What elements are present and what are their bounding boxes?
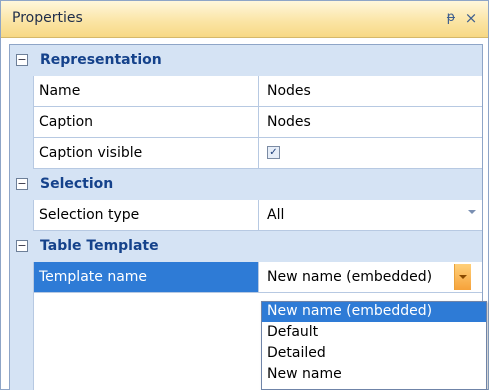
dropdown-option[interactable]: Detailed [262, 344, 486, 364]
property-value-cell[interactable]: Nodes [259, 107, 482, 138]
panel-titlebar: Properties ᵽ × [1, 1, 488, 38]
dropdown-option[interactable]: Default [262, 323, 486, 343]
option-label: New name [267, 366, 342, 382]
property-name-cell[interactable]: Caption visible [34, 138, 259, 169]
category-selection[interactable]: − Selection [10, 169, 482, 201]
property-value: Nodes [267, 114, 311, 130]
collapse-icon[interactable]: − [16, 178, 28, 190]
property-value-cell[interactable]: All [259, 200, 482, 231]
property-row-caption[interactable]: Caption Nodes [10, 107, 482, 138]
option-label: Detailed [267, 345, 326, 361]
property-row-name[interactable]: Name Nodes [10, 76, 482, 107]
property-name-cell[interactable]: Selection type [34, 200, 259, 231]
property-row-selection-type[interactable]: Selection type All [10, 200, 482, 231]
dropdown-option[interactable]: New name (embedded) [262, 302, 486, 322]
category-label: Table Template [40, 238, 159, 254]
category-label: Representation [40, 52, 162, 68]
property-name-cell[interactable]: Caption [34, 107, 259, 138]
collapse-icon[interactable]: − [16, 240, 28, 252]
property-value-cell[interactable]: ✓ [259, 138, 482, 169]
collapse-icon[interactable]: − [16, 54, 28, 66]
dropdown-option[interactable]: New name [262, 365, 486, 385]
panel-title: Properties [12, 10, 83, 26]
close-icon[interactable]: × [463, 9, 479, 27]
property-row-caption-visible[interactable]: Caption visible ✓ [10, 138, 482, 169]
property-name: Template name [39, 269, 148, 285]
chevron-down-icon[interactable] [468, 210, 476, 214]
pin-icon[interactable]: ᵽ [444, 9, 458, 27]
property-name: Name [39, 83, 81, 99]
property-name: Caption visible [39, 145, 143, 161]
template-name-combobox[interactable]: New name (embedded) [259, 262, 482, 293]
property-name: Selection type [39, 207, 140, 223]
property-row-template-name[interactable]: Template name New name (embedded) [10, 262, 482, 293]
properties-panel: Properties ᵽ × − Representation Name Nod… [0, 0, 489, 390]
combobox-value: New name (embedded) [267, 269, 433, 285]
option-label: Default [267, 324, 319, 340]
category-representation[interactable]: − Representation [10, 45, 482, 77]
property-value: All [267, 207, 285, 223]
property-name: Caption [39, 114, 94, 130]
property-value-cell[interactable]: Nodes [259, 76, 482, 107]
option-label: New name (embedded) [267, 303, 433, 319]
caption-visible-checkbox[interactable]: ✓ [267, 146, 280, 159]
category-label: Selection [40, 176, 114, 192]
property-value: Nodes [267, 83, 311, 99]
property-name-cell[interactable]: Template name [34, 262, 259, 293]
property-name-cell[interactable]: Name [34, 76, 259, 107]
template-dropdown-list: New name (embedded) Default Detailed New… [261, 301, 487, 390]
category-table-template[interactable]: − Table Template [10, 231, 482, 263]
dropdown-button[interactable] [454, 264, 471, 290]
